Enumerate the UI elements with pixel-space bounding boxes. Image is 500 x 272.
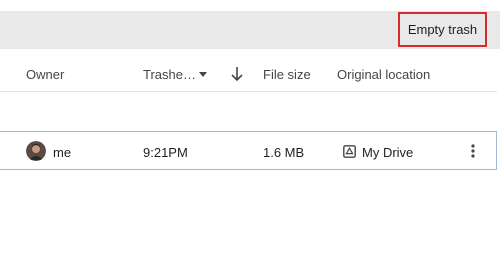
column-header-original-location: Original location (337, 67, 431, 82)
location-cell[interactable]: My Drive (362, 145, 413, 161)
empty-trash-button[interactable]: Empty trash (398, 12, 487, 47)
owner-cell: me (53, 145, 72, 160)
file-size-cell: 1.6 MB (263, 145, 305, 160)
table-row[interactable] (0, 131, 497, 170)
trashed-cell: 9:21PM (143, 145, 188, 160)
more-vert-icon[interactable] (466, 142, 480, 160)
column-header-owner: Owner (26, 67, 65, 82)
column-header-file-size: File size (263, 67, 311, 82)
arrow-down-icon[interactable] (230, 66, 244, 82)
drive-icon (343, 145, 356, 158)
header-divider (0, 91, 497, 92)
chevron-down-icon[interactable] (199, 72, 207, 77)
avatar (26, 141, 46, 161)
column-header-trashed[interactable]: Trashe… (143, 67, 196, 83)
